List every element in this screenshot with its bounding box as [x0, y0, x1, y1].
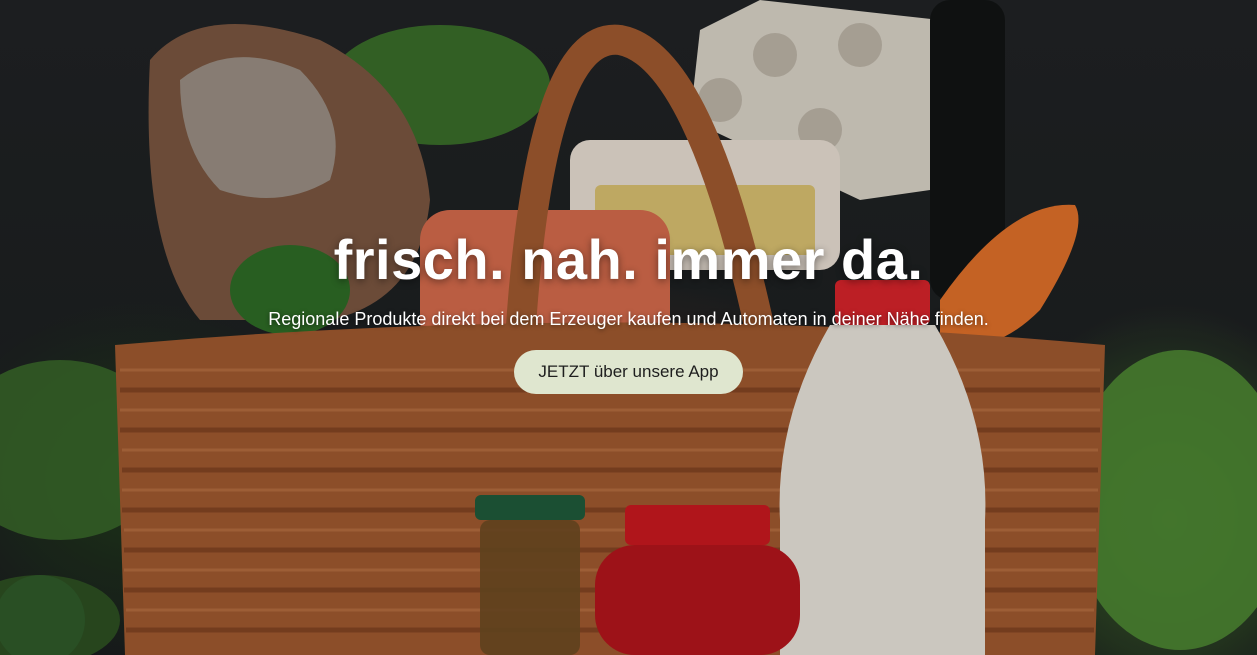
- hero-content: frisch. nah. immer da. Regionale Produkt…: [0, 220, 1257, 394]
- hero-subline: Regionale Produkte direkt bei dem Erzeug…: [268, 309, 989, 329]
- hero-section: frisch. nah. immer da. Regionale Produkt…: [0, 0, 1257, 655]
- app-cta-button[interactable]: JETZT über unsere App: [514, 350, 743, 394]
- hero-headline: frisch. nah. immer da.: [333, 228, 924, 291]
